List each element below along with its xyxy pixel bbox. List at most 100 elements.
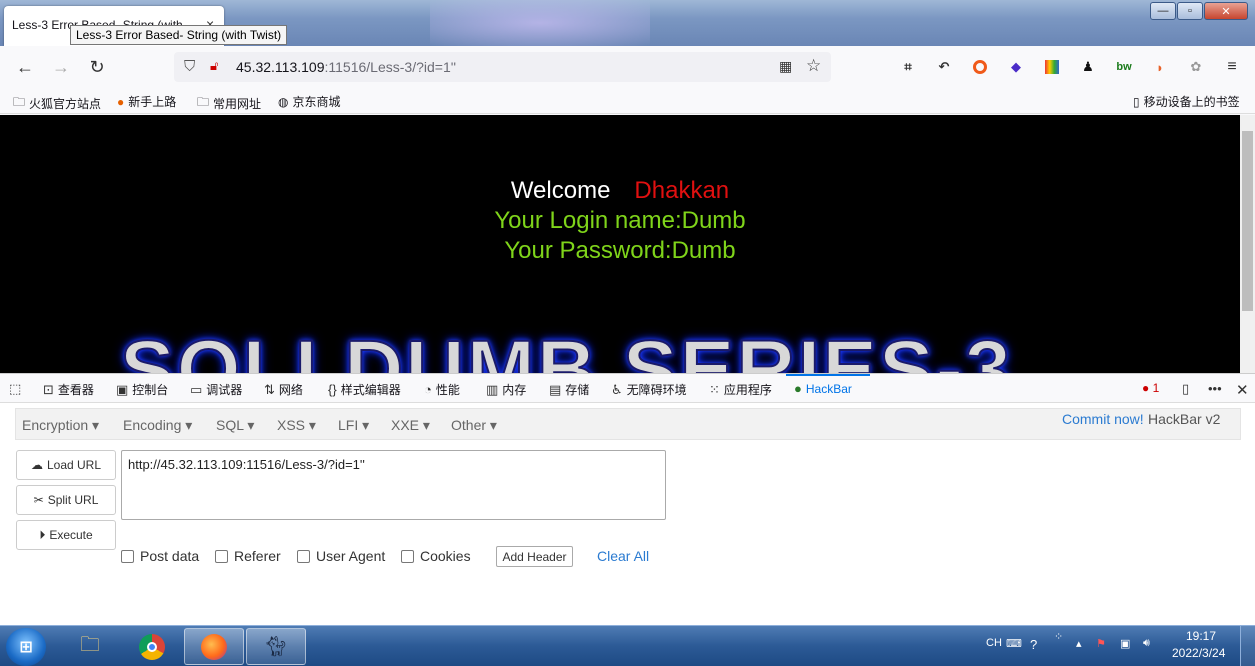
welcome-line: Welcome Dhakkan: [0, 177, 1240, 205]
extension-bw-icon[interactable]: bw: [1115, 58, 1133, 76]
tab-debugger[interactable]: ▭ 调试器: [190, 381, 242, 398]
url-textarea[interactable]: http://45.32.113.109:11516/Less-3/?id=1'…: [121, 450, 666, 520]
post-data-checkbox[interactable]: Post data: [121, 548, 199, 564]
dock-side-icon[interactable]: ▯: [1182, 381, 1189, 397]
language-indicator[interactable]: CH: [986, 637, 1002, 649]
extension-color-icon[interactable]: [1043, 58, 1061, 76]
mobile-bookmarks[interactable]: ▯ 移动设备上的书签: [1133, 93, 1240, 110]
action-center-icon[interactable]: ⚑: [1096, 637, 1106, 650]
user-agent-checkbox[interactable]: User Agent: [297, 548, 385, 564]
navigation-bar: ← → ↻ ⛉ 🔓︎ 45.32.113.109:11516/Less-3/?i…: [0, 46, 1255, 88]
network-icon: ⇅: [264, 381, 275, 397]
extension-person-icon[interactable]: ♟: [1079, 58, 1097, 76]
tab-inspector[interactable]: ⊡ 查看器: [43, 381, 94, 398]
shield-icon[interactable]: ⛉: [184, 58, 195, 75]
password-text: Your Password:Dumb: [504, 237, 736, 264]
execute-button[interactable]: ⏵ Execute: [16, 520, 116, 550]
tab-application[interactable]: ⁙ 应用程序: [709, 381, 772, 398]
hackbar-version: HackBar v2: [1148, 411, 1221, 427]
checkbox-box[interactable]: [297, 549, 310, 563]
menu-icon[interactable]: ≡: [1223, 58, 1241, 76]
forward-arrow-icon[interactable]: →: [49, 55, 73, 79]
inspector-icon: ⊡: [43, 381, 54, 397]
bookmark-item[interactable]: ◍ 京东商城: [278, 93, 341, 110]
scrollbar-thumb[interactable]: [1242, 131, 1253, 311]
bookmark-item[interactable]: 🗀︎ 常用网址: [197, 93, 261, 114]
tab-storage[interactable]: ▤ 存储: [549, 381, 589, 398]
split-url-button[interactable]: ✂ Split URL: [16, 485, 116, 515]
checkbox-box[interactable]: [121, 549, 134, 563]
ime-icon[interactable]: ⁘: [1054, 630, 1063, 643]
explorer-icon[interactable]: 🗀︎: [60, 628, 120, 665]
style-editor-icon: {}: [328, 382, 337, 397]
chrome-icon[interactable]: [122, 628, 182, 665]
qr-code-icon[interactable]: ▦: [779, 58, 792, 75]
scissors-icon: ✂: [33, 493, 44, 507]
cat-app-icon[interactable]: 🐈︎: [246, 628, 306, 665]
play-circle-icon: ⏵: [39, 527, 46, 542]
commit-now-link[interactable]: Commit now!: [1062, 411, 1144, 427]
start-button[interactable]: ⊞: [6, 628, 46, 666]
tab-hackbar[interactable]: ● HackBar: [794, 381, 852, 396]
bookmarks-bar: 🗀︎ 火狐官方站点 ● 新手上路 🗀︎ 常用网址 ◍ 京东商城 ▯ 移动设备上的书签: [0, 88, 1255, 114]
globe-icon: ◍: [278, 94, 289, 109]
window-close-button[interactable]: ✕: [1204, 2, 1248, 20]
extension-diamond-icon[interactable]: ◆: [1007, 58, 1025, 76]
insecure-lock-icon[interactable]: 🔓︎: [210, 58, 218, 74]
page-scrollbar[interactable]: [1240, 115, 1255, 373]
error-count-badge[interactable]: ● 1: [1142, 381, 1159, 395]
bookmark-item[interactable]: 🗀︎ 火狐官方站点: [13, 93, 101, 114]
element-picker-icon[interactable]: ⬚: [9, 381, 21, 397]
more-options-icon[interactable]: •••: [1208, 381, 1222, 396]
crop-icon[interactable]: ⌗: [899, 58, 917, 76]
tab-memory[interactable]: ▥ 内存: [486, 381, 526, 398]
menu-other[interactable]: Other ▾: [451, 417, 497, 434]
menu-sql[interactable]: SQL ▾: [216, 417, 254, 434]
undo-icon[interactable]: ↶: [935, 58, 953, 76]
tab-console[interactable]: ▣ 控制台: [116, 381, 168, 398]
cookies-checkbox[interactable]: Cookies: [401, 548, 471, 564]
tab-network[interactable]: ⇅ 网络: [264, 381, 303, 398]
close-devtools-icon[interactable]: ✕: [1236, 381, 1249, 399]
tab-performance[interactable]: ◔ 性能: [424, 381, 460, 398]
clock-time[interactable]: 19:17: [1186, 629, 1216, 643]
application-icon: ⁙: [709, 381, 720, 397]
folder-icon: 🗀︎: [13, 95, 26, 109]
cloud-download-icon: ☁: [30, 458, 43, 472]
menu-encryption[interactable]: Encryption ▾: [22, 417, 99, 434]
checkbox-box[interactable]: [215, 549, 228, 563]
network-tray-icon[interactable]: ▣: [1120, 637, 1130, 650]
window-maximize-button[interactable]: ▫: [1177, 2, 1203, 20]
extension-flame-icon[interactable]: ◗: [1151, 58, 1169, 76]
keyboard-icon[interactable]: ⌨: [1006, 637, 1022, 650]
hackbar-icon: ●: [794, 381, 802, 396]
back-arrow-icon[interactable]: ←: [13, 55, 37, 79]
menu-xss[interactable]: XSS ▾: [277, 417, 316, 434]
clear-all-link[interactable]: Clear All: [597, 548, 649, 564]
url-text[interactable]: 45.32.113.109:11516/Less-3/?id=1'': [236, 59, 456, 75]
extension-orange-icon[interactable]: [971, 58, 989, 76]
menu-xxe[interactable]: XXE ▾: [391, 417, 430, 434]
window-minimize-button[interactable]: —: [1150, 2, 1176, 20]
clock-date[interactable]: 2022/3/24: [1172, 646, 1225, 660]
load-url-button[interactable]: ☁ Load URL: [16, 450, 116, 480]
folder-icon: 🗀︎: [197, 95, 210, 109]
firefox-taskbar-icon[interactable]: [184, 628, 244, 665]
help-icon[interactable]: ?: [1030, 637, 1037, 652]
tray-arrow-icon[interactable]: ▴: [1076, 637, 1082, 650]
extensions-puzzle-icon[interactable]: ✿: [1187, 58, 1205, 76]
url-bar[interactable]: ⛉ 🔓︎ 45.32.113.109:11516/Less-3/?id=1'' …: [174, 52, 831, 82]
menu-encoding[interactable]: Encoding ▾: [123, 417, 192, 434]
reload-icon[interactable]: ↻: [85, 55, 109, 79]
bookmark-star-icon[interactable]: ☆: [806, 56, 821, 76]
show-desktop-button[interactable]: [1240, 626, 1255, 666]
tab-style-editor[interactable]: {} 样式编辑器: [328, 381, 401, 398]
hackbar-menu-bar: Encryption ▾ Encoding ▾ SQL ▾ XSS ▾ LFI …: [15, 408, 1241, 440]
volume-icon[interactable]: 🔊︎: [1143, 637, 1150, 650]
referer-checkbox[interactable]: Referer: [215, 548, 281, 564]
checkbox-box[interactable]: [401, 549, 414, 563]
add-header-button[interactable]: Add Header: [496, 546, 573, 567]
tab-accessibility[interactable]: ♿︎ 无障碍环境: [611, 381, 687, 398]
bookmark-item[interactable]: ● 新手上路: [117, 93, 176, 110]
menu-lfi[interactable]: LFI ▾: [338, 417, 369, 434]
